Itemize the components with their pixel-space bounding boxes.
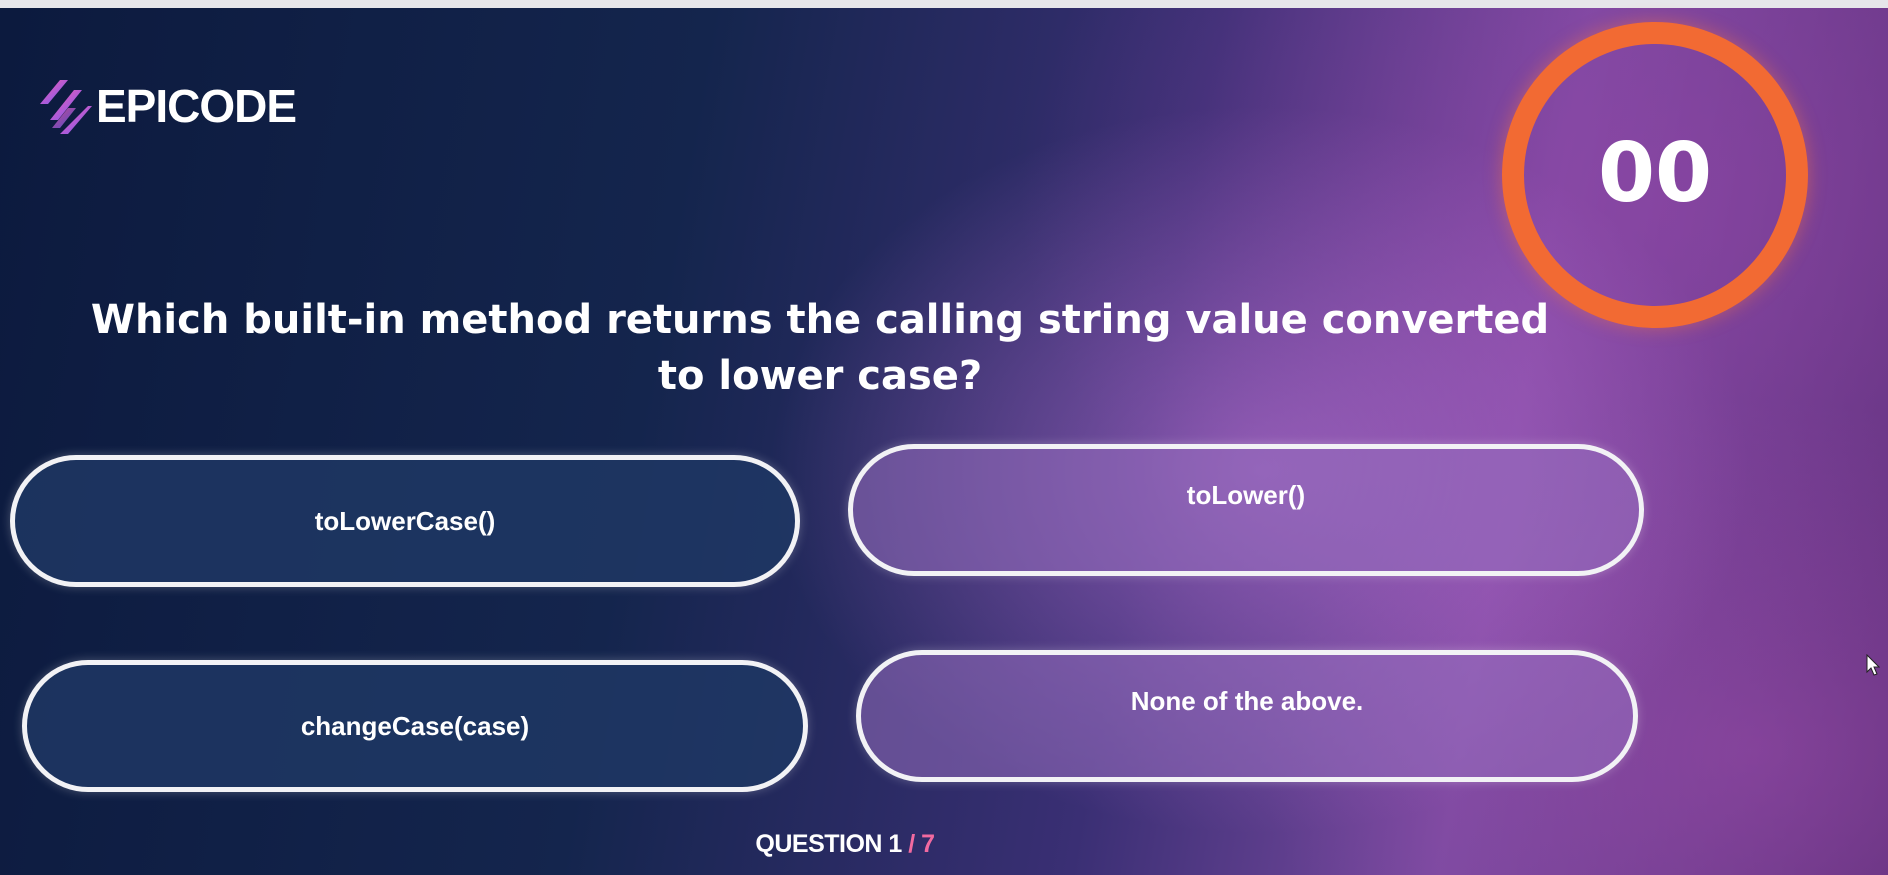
answer-button-1[interactable]: toLowerCase() (10, 455, 800, 587)
epicode-logo-icon (40, 80, 92, 134)
logo-text: EPICODE (96, 80, 297, 132)
answer-label: toLower() (1186, 479, 1306, 510)
answer-button-4[interactable]: None of the above. (856, 650, 1638, 782)
answer-button-2[interactable]: toLower() (848, 444, 1644, 576)
question-total: 7 (921, 830, 935, 858)
question-text: Which built-in method returns the callin… (90, 297, 1550, 399)
mouse-cursor-icon (1866, 654, 1880, 676)
answer-label: None of the above. (1130, 685, 1364, 716)
question-counter: QUESTION 1 / 7 (0, 830, 1690, 859)
answer-label: changeCase(case) (300, 710, 530, 741)
question-separator: / (901, 830, 922, 858)
question-current: QUESTION 1 (755, 830, 902, 858)
top-edge-strip (0, 0, 1888, 8)
answer-label: toLowerCase() (314, 505, 496, 536)
countdown-timer: 00 (1502, 22, 1808, 328)
answer-button-3[interactable]: changeCase(case) (22, 660, 808, 792)
timer-value: 00 (1597, 125, 1713, 221)
epicode-logo: EPICODE (38, 78, 297, 134)
